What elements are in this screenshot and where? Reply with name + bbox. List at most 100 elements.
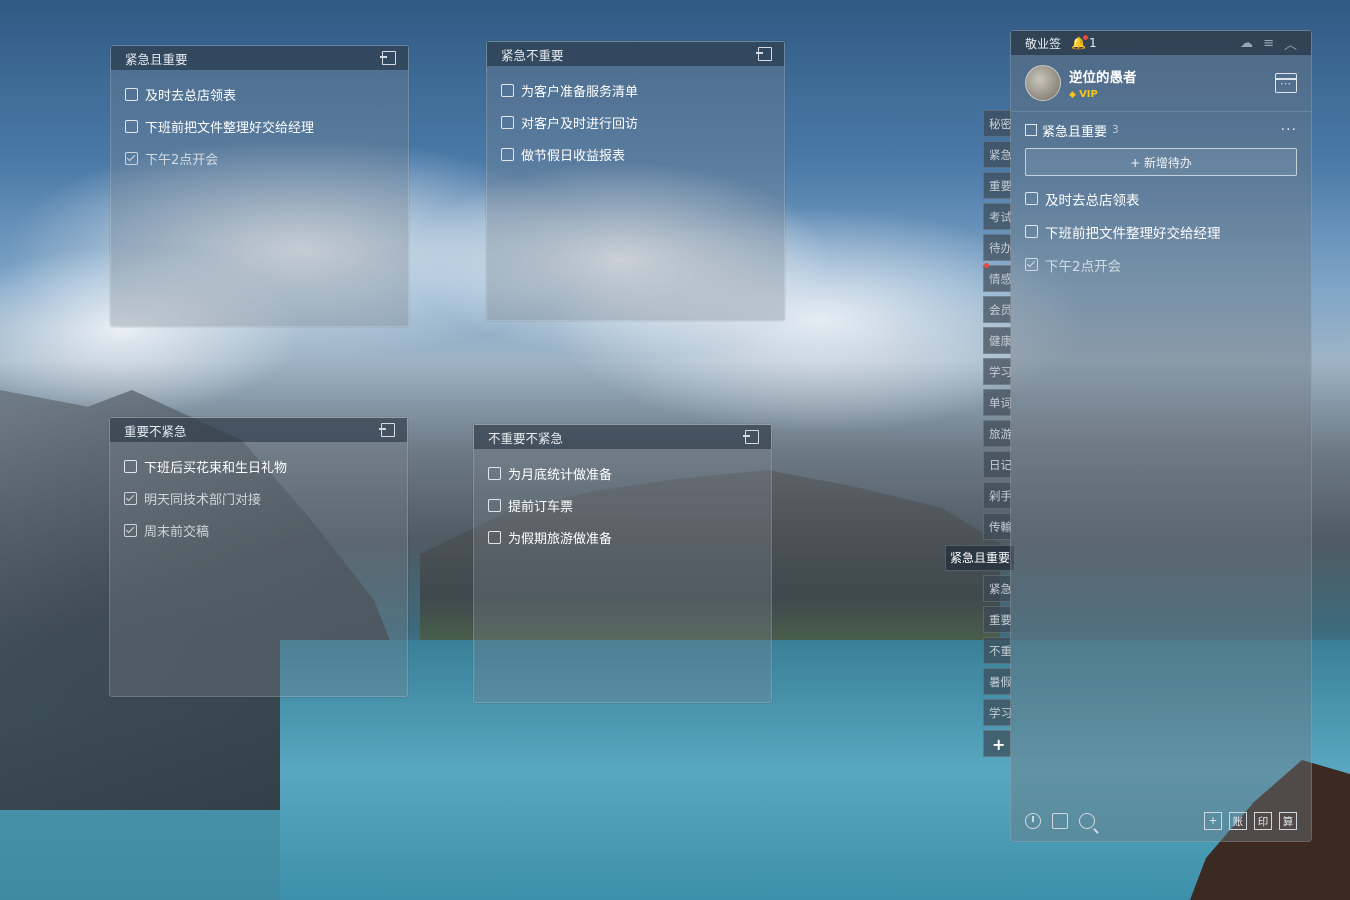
category-tabs: 秘密 紧急 重要 考试 待办 情感 会员 健康 学习 单词 旅游 日记 剁手 传… xyxy=(983,110,1011,761)
tab-category[interactable]: 紧急 xyxy=(983,575,1011,602)
cloud-sync-icon[interactable]: ☁ xyxy=(1240,36,1253,51)
tab-category[interactable]: 健康 xyxy=(983,327,1011,354)
note-title: 不重要不紧急 xyxy=(488,430,564,446)
tab-category[interactable]: 待办 xyxy=(983,234,1011,261)
task-text[interactable]: 下班后买花束和生日礼物 xyxy=(144,457,287,476)
task-checkbox[interactable] xyxy=(125,151,138,165)
tab-category[interactable]: 紧急 xyxy=(983,141,1011,168)
app-name: 敬业签 xyxy=(1025,36,1062,51)
tab-category[interactable]: 考试 xyxy=(983,203,1011,230)
print-button[interactable]: 印 xyxy=(1254,812,1272,830)
avatar[interactable] xyxy=(1025,65,1061,101)
username[interactable]: 逆位的愚者 xyxy=(1069,66,1275,86)
note-title: 紧急不重要 xyxy=(501,47,564,63)
task-item: 下班前把文件整理好交给经理 xyxy=(1011,215,1311,248)
task-checkbox[interactable] xyxy=(501,115,514,129)
task-checkbox[interactable] xyxy=(124,459,137,473)
archive-icon[interactable] xyxy=(1052,813,1068,829)
calendar-icon[interactable] xyxy=(1275,73,1297,93)
add-todo-button[interactable]: + 新增待办 xyxy=(1025,148,1297,176)
profile-section: 逆位的愚者 VIP xyxy=(1011,55,1311,111)
task-text[interactable]: 周末前交稿 xyxy=(144,521,209,540)
add-tab-button[interactable]: + xyxy=(983,730,1011,757)
note-header[interactable]: 紧急且重要 xyxy=(111,46,408,70)
task-checkbox[interactable] xyxy=(488,466,501,480)
task-text[interactable]: 对客户及时进行回访 xyxy=(521,113,638,132)
task-item: 为客户准备服务清单 xyxy=(501,74,770,106)
note-header[interactable]: 紧急不重要 xyxy=(487,42,784,66)
task-checkbox[interactable] xyxy=(1025,192,1038,205)
panel-titlebar[interactable]: 敬业签 🔔 1 ☁ ≡ ︿ xyxy=(1011,31,1311,55)
tab-category[interactable]: 会员 xyxy=(983,296,1011,323)
export-icon[interactable] xyxy=(379,423,395,437)
note-header[interactable]: 重要不紧急 xyxy=(110,418,407,442)
collapse-icon[interactable]: ︿ xyxy=(1284,34,1297,53)
tab-category[interactable]: 秘密 xyxy=(983,110,1011,137)
task-checkbox[interactable] xyxy=(501,147,514,161)
tab-category[interactable]: 重要 xyxy=(983,606,1011,633)
bell-icon[interactable]: 🔔 xyxy=(1071,35,1088,50)
search-icon[interactable] xyxy=(1079,813,1095,829)
task-text[interactable]: 及时去总店领表 xyxy=(1045,189,1140,209)
export-icon[interactable] xyxy=(380,51,396,65)
tab-category[interactable]: 剁手 xyxy=(983,482,1011,509)
export-icon[interactable] xyxy=(756,47,772,61)
task-text[interactable]: 为客户准备服务清单 xyxy=(521,81,638,100)
task-checkbox[interactable] xyxy=(125,87,138,101)
note-header[interactable]: 不重要不紧急 xyxy=(474,425,771,449)
task-text[interactable]: 做节假日收益报表 xyxy=(521,145,625,164)
menu-icon[interactable]: ≡ xyxy=(1263,36,1274,51)
task-checkbox[interactable] xyxy=(488,530,501,544)
task-text[interactable]: 下班前把文件整理好交给经理 xyxy=(145,117,314,136)
clock-icon[interactable] xyxy=(1025,813,1041,829)
task-text[interactable]: 及时去总店领表 xyxy=(145,85,236,104)
notification-count: 1 xyxy=(1088,36,1097,50)
tab-category[interactable]: 不重 xyxy=(983,637,1011,664)
task-text[interactable]: 下班前把文件整理好交给经理 xyxy=(1045,222,1221,242)
task-text[interactable]: 下午2点开会 xyxy=(1045,255,1121,275)
list-check-icon xyxy=(1025,124,1037,136)
task-item: 周末前交稿 xyxy=(124,514,393,546)
list-count: 3 xyxy=(1112,124,1119,136)
calculator-button[interactable]: 算 xyxy=(1279,812,1297,830)
main-panel: 敬业签 🔔 1 ☁ ≡ ︿ 逆位的愚者 VIP 紧急且重要 3 ··· + 新增… xyxy=(1010,30,1312,842)
list-header: 紧急且重要 3 ··· xyxy=(1011,112,1311,148)
task-item: 及时去总店领表 xyxy=(1011,182,1311,215)
tab-category[interactable]: 重要 xyxy=(983,172,1011,199)
task-item: 对客户及时进行回访 xyxy=(501,106,770,138)
tab-category[interactable]: 单词 xyxy=(983,389,1011,416)
export-icon[interactable] xyxy=(743,430,759,444)
note-important-not-urgent: 重要不紧急 下班后买花束和生日礼物 明天同技术部门对接 周末前交稿 xyxy=(109,417,408,697)
tab-category[interactable]: 情感 xyxy=(983,265,1011,292)
list-title: 紧急且重要 xyxy=(1042,124,1108,140)
tab-hover-label: 紧急且重要 xyxy=(945,545,1016,571)
tab-category[interactable]: 暑假 xyxy=(983,668,1011,695)
tab-category[interactable]: 学习 xyxy=(983,358,1011,385)
tab-category[interactable]: 日记 xyxy=(983,451,1011,478)
more-options-icon[interactable]: ··· xyxy=(1281,122,1297,138)
task-text[interactable]: 为假期旅游做准备 xyxy=(508,528,612,547)
note-urgent-important: 紧急且重要 及时去总店领表 下班前把文件整理好交给经理 下午2点开会 xyxy=(110,45,409,327)
note-not-important-not-urgent: 不重要不紧急 为月底统计做准备 提前订车票 为假期旅游做准备 xyxy=(473,424,772,703)
add-note-button[interactable]: + xyxy=(1204,812,1222,830)
task-text[interactable]: 明天同技术部门对接 xyxy=(144,489,261,508)
note-title: 重要不紧急 xyxy=(124,423,187,439)
tab-category[interactable]: 传輸 xyxy=(983,513,1011,540)
task-item: 下班后买花束和生日礼物 xyxy=(124,450,393,482)
task-checkbox[interactable] xyxy=(124,523,137,537)
vip-badge: VIP xyxy=(1069,89,1275,100)
task-checkbox[interactable] xyxy=(1025,225,1038,238)
tab-category[interactable]: 旅游 xyxy=(983,420,1011,447)
task-text[interactable]: 下午2点开会 xyxy=(145,149,218,168)
task-checkbox[interactable] xyxy=(125,119,138,133)
account-button[interactable]: 账 xyxy=(1229,812,1247,830)
tab-category[interactable]: 学习 xyxy=(983,699,1011,726)
task-checkbox[interactable] xyxy=(488,498,501,512)
task-checkbox[interactable] xyxy=(501,83,514,97)
note-title: 紧急且重要 xyxy=(125,51,188,67)
task-item: 下午2点开会 xyxy=(125,142,394,174)
task-text[interactable]: 提前订车票 xyxy=(508,496,573,515)
task-checkbox[interactable] xyxy=(1025,258,1038,271)
task-checkbox[interactable] xyxy=(124,491,137,505)
task-text[interactable]: 为月底统计做准备 xyxy=(508,464,612,483)
